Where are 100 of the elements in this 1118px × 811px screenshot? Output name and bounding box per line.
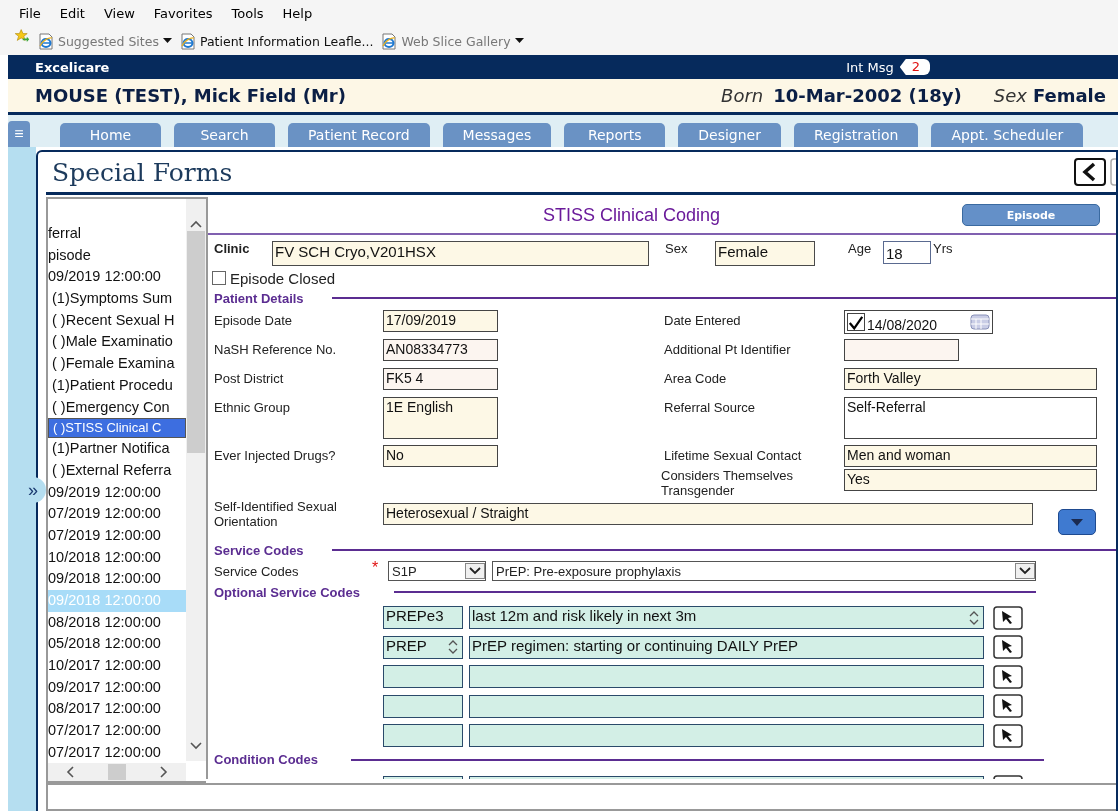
tree-item[interactable]: 09/2017 12:00:00 bbox=[48, 676, 186, 699]
tree-item[interactable]: 09/2019 12:00:00 bbox=[48, 266, 186, 289]
tree-item[interactable]: 07/2017 12:00:00 bbox=[48, 741, 186, 764]
calendar-icon[interactable] bbox=[970, 314, 990, 330]
scroll-up-icon[interactable] bbox=[189, 219, 203, 229]
tree-item[interactable]: 08/2018 12:00:00 bbox=[48, 611, 186, 634]
scroll-right-icon[interactable] bbox=[159, 765, 170, 779]
tree-item[interactable]: 09/2019 12:00:00 bbox=[48, 481, 186, 504]
pointer-button[interactable] bbox=[993, 664, 1023, 689]
scroll-down-icon[interactable] bbox=[189, 741, 203, 751]
input-field[interactable]: Yes bbox=[844, 469, 1097, 491]
dropdown-button[interactable] bbox=[1058, 509, 1096, 535]
tree-item[interactable]: ( )External Referra bbox=[48, 459, 186, 482]
input-field[interactable]: 1E English bbox=[383, 397, 498, 439]
date-field[interactable]: 14/08/2020 bbox=[844, 310, 993, 334]
menu-item[interactable]: View bbox=[103, 6, 135, 21]
clinic-field[interactable]: FV SCH Cryo,V201HSX bbox=[272, 241, 649, 266]
tree-item[interactable]: 07/2019 12:00:00 bbox=[48, 524, 186, 547]
favorites-link[interactable]: Web Slice Gallery bbox=[381, 32, 524, 50]
code-field[interactable] bbox=[383, 724, 463, 748]
web-page-icon bbox=[38, 32, 54, 50]
favorites-star-icon[interactable] bbox=[14, 27, 30, 45]
code-field[interactable] bbox=[383, 694, 463, 718]
pointer-button[interactable] bbox=[993, 635, 1023, 660]
input-field[interactable]: 17/09/2019 bbox=[383, 310, 498, 332]
service-code-select[interactable]: S1P bbox=[388, 561, 486, 581]
checkbox-label: Episode Closed bbox=[230, 269, 336, 287]
field-label: Additional Pt Identifier bbox=[664, 341, 792, 359]
code-description-field[interactable] bbox=[469, 665, 984, 689]
horizontal-scrollbar[interactable] bbox=[48, 763, 186, 781]
tree-item[interactable]: 07/2017 12:00:00 bbox=[48, 720, 186, 742]
tree-item[interactable]: ( )Female Examina bbox=[48, 353, 186, 375]
section-heading: Service Codes bbox=[214, 542, 305, 558]
field-label: Considers Themselves Transgender bbox=[661, 469, 794, 500]
page-title: Special Forms bbox=[52, 157, 233, 187]
code-description-field[interactable] bbox=[469, 724, 984, 748]
tree-item[interactable]: 07/2019 12:00:00 bbox=[48, 503, 186, 525]
tree-item[interactable]: 05/2018 12:00:00 bbox=[48, 633, 186, 656]
favorites-link[interactable]: Suggested Sites bbox=[38, 32, 172, 50]
field-label: Episode Date bbox=[214, 312, 294, 330]
tree-item[interactable]: ( )STISS Clinical C bbox=[48, 418, 186, 439]
tree-item[interactable]: 08/2017 12:00:00 bbox=[48, 698, 186, 721]
tree-item[interactable]: (1)Symptoms Sum bbox=[48, 288, 186, 310]
menu-item[interactable]: File bbox=[19, 6, 41, 21]
chevron-icon[interactable] bbox=[1015, 563, 1035, 579]
favorites-link[interactable]: Patient Information Leafle... bbox=[179, 32, 374, 50]
tree-item[interactable]: ferral bbox=[48, 223, 186, 245]
tree-item[interactable]: (1)Partner Notifica bbox=[48, 438, 186, 460]
pointer-button[interactable] bbox=[993, 694, 1023, 719]
field-label: Service Codes bbox=[214, 563, 300, 579]
caret-icon[interactable] bbox=[514, 38, 524, 44]
pointer-button[interactable] bbox=[993, 605, 1023, 630]
service-description-select[interactable]: PrEP: Pre-exposure prophylaxis bbox=[492, 561, 1036, 581]
input-field[interactable]: Forth Valley bbox=[844, 368, 1097, 390]
chevron-icon[interactable] bbox=[465, 563, 485, 579]
sex-field[interactable]: Female bbox=[715, 241, 815, 266]
orientation-field[interactable]: Heterosexual / Straight bbox=[383, 503, 1033, 525]
input-field[interactable]: FK5 4 bbox=[383, 368, 498, 390]
tree-item[interactable]: 09/2018 12:00:00 bbox=[48, 568, 186, 590]
pointer-button[interactable] bbox=[993, 723, 1023, 748]
input-field[interactable]: Self-Referral bbox=[844, 397, 1097, 439]
code-description-field[interactable]: last 12m and risk likely in next 3m bbox=[469, 606, 984, 630]
date-value: 14/08/2020 bbox=[867, 317, 938, 333]
code-description-field[interactable]: PrEP regimen: starting or continuing DAILY PrEP bbox=[469, 635, 984, 659]
code-field[interactable]: PREPe3 bbox=[383, 606, 463, 630]
tree-item[interactable]: ( )Emergency Con bbox=[48, 396, 186, 419]
input-field[interactable]: Men and woman bbox=[844, 445, 1097, 467]
tree-item[interactable]: 10/2017 12:00:00 bbox=[48, 655, 186, 677]
code-field[interactable]: PREP bbox=[383, 635, 463, 659]
code-description-field[interactable] bbox=[469, 694, 984, 718]
menu-item[interactable]: Tools bbox=[231, 6, 264, 21]
web-page-icon bbox=[381, 32, 398, 50]
menu-item[interactable]: Edit bbox=[59, 6, 85, 21]
tree-item[interactable]: pisode bbox=[48, 244, 186, 267]
input-field[interactable]: AN08334773 bbox=[383, 339, 498, 361]
back-button[interactable] bbox=[1074, 158, 1106, 186]
input-field[interactable] bbox=[844, 339, 959, 361]
vertical-scrollbar[interactable] bbox=[186, 199, 206, 761]
date-checkbox[interactable] bbox=[847, 313, 865, 331]
triangle-icon bbox=[1071, 518, 1083, 526]
field-label: Referral Source bbox=[664, 399, 757, 417]
menu-item[interactable]: Help bbox=[282, 6, 313, 21]
web-page-icon bbox=[179, 32, 196, 50]
code-field[interactable] bbox=[383, 665, 463, 689]
caret-icon[interactable] bbox=[162, 38, 172, 44]
scrollbar-thumb[interactable] bbox=[108, 764, 126, 780]
episode-closed-checkbox[interactable] bbox=[212, 271, 226, 285]
patient-sex: Female bbox=[1032, 85, 1106, 106]
age-field[interactable]: 18 bbox=[883, 241, 931, 264]
tree-item[interactable]: 10/2018 12:00:00 bbox=[48, 546, 186, 569]
tree-item[interactable]: ( )Recent Sexual H bbox=[48, 309, 186, 332]
messages-link[interactable]: Int Msg bbox=[846, 59, 894, 75]
tree-item[interactable]: ( )Male Examinatio bbox=[48, 331, 186, 354]
tree-item[interactable]: (1)Patient Procedu bbox=[48, 374, 186, 397]
form-title: STISS Clinical Coding bbox=[543, 204, 721, 226]
scroll-left-icon[interactable] bbox=[64, 765, 75, 779]
field-label: Sex bbox=[665, 241, 689, 256]
age-unit: Yrs bbox=[933, 241, 953, 256]
menu-item[interactable]: Favorites bbox=[153, 6, 213, 21]
input-field[interactable]: No bbox=[383, 445, 498, 467]
